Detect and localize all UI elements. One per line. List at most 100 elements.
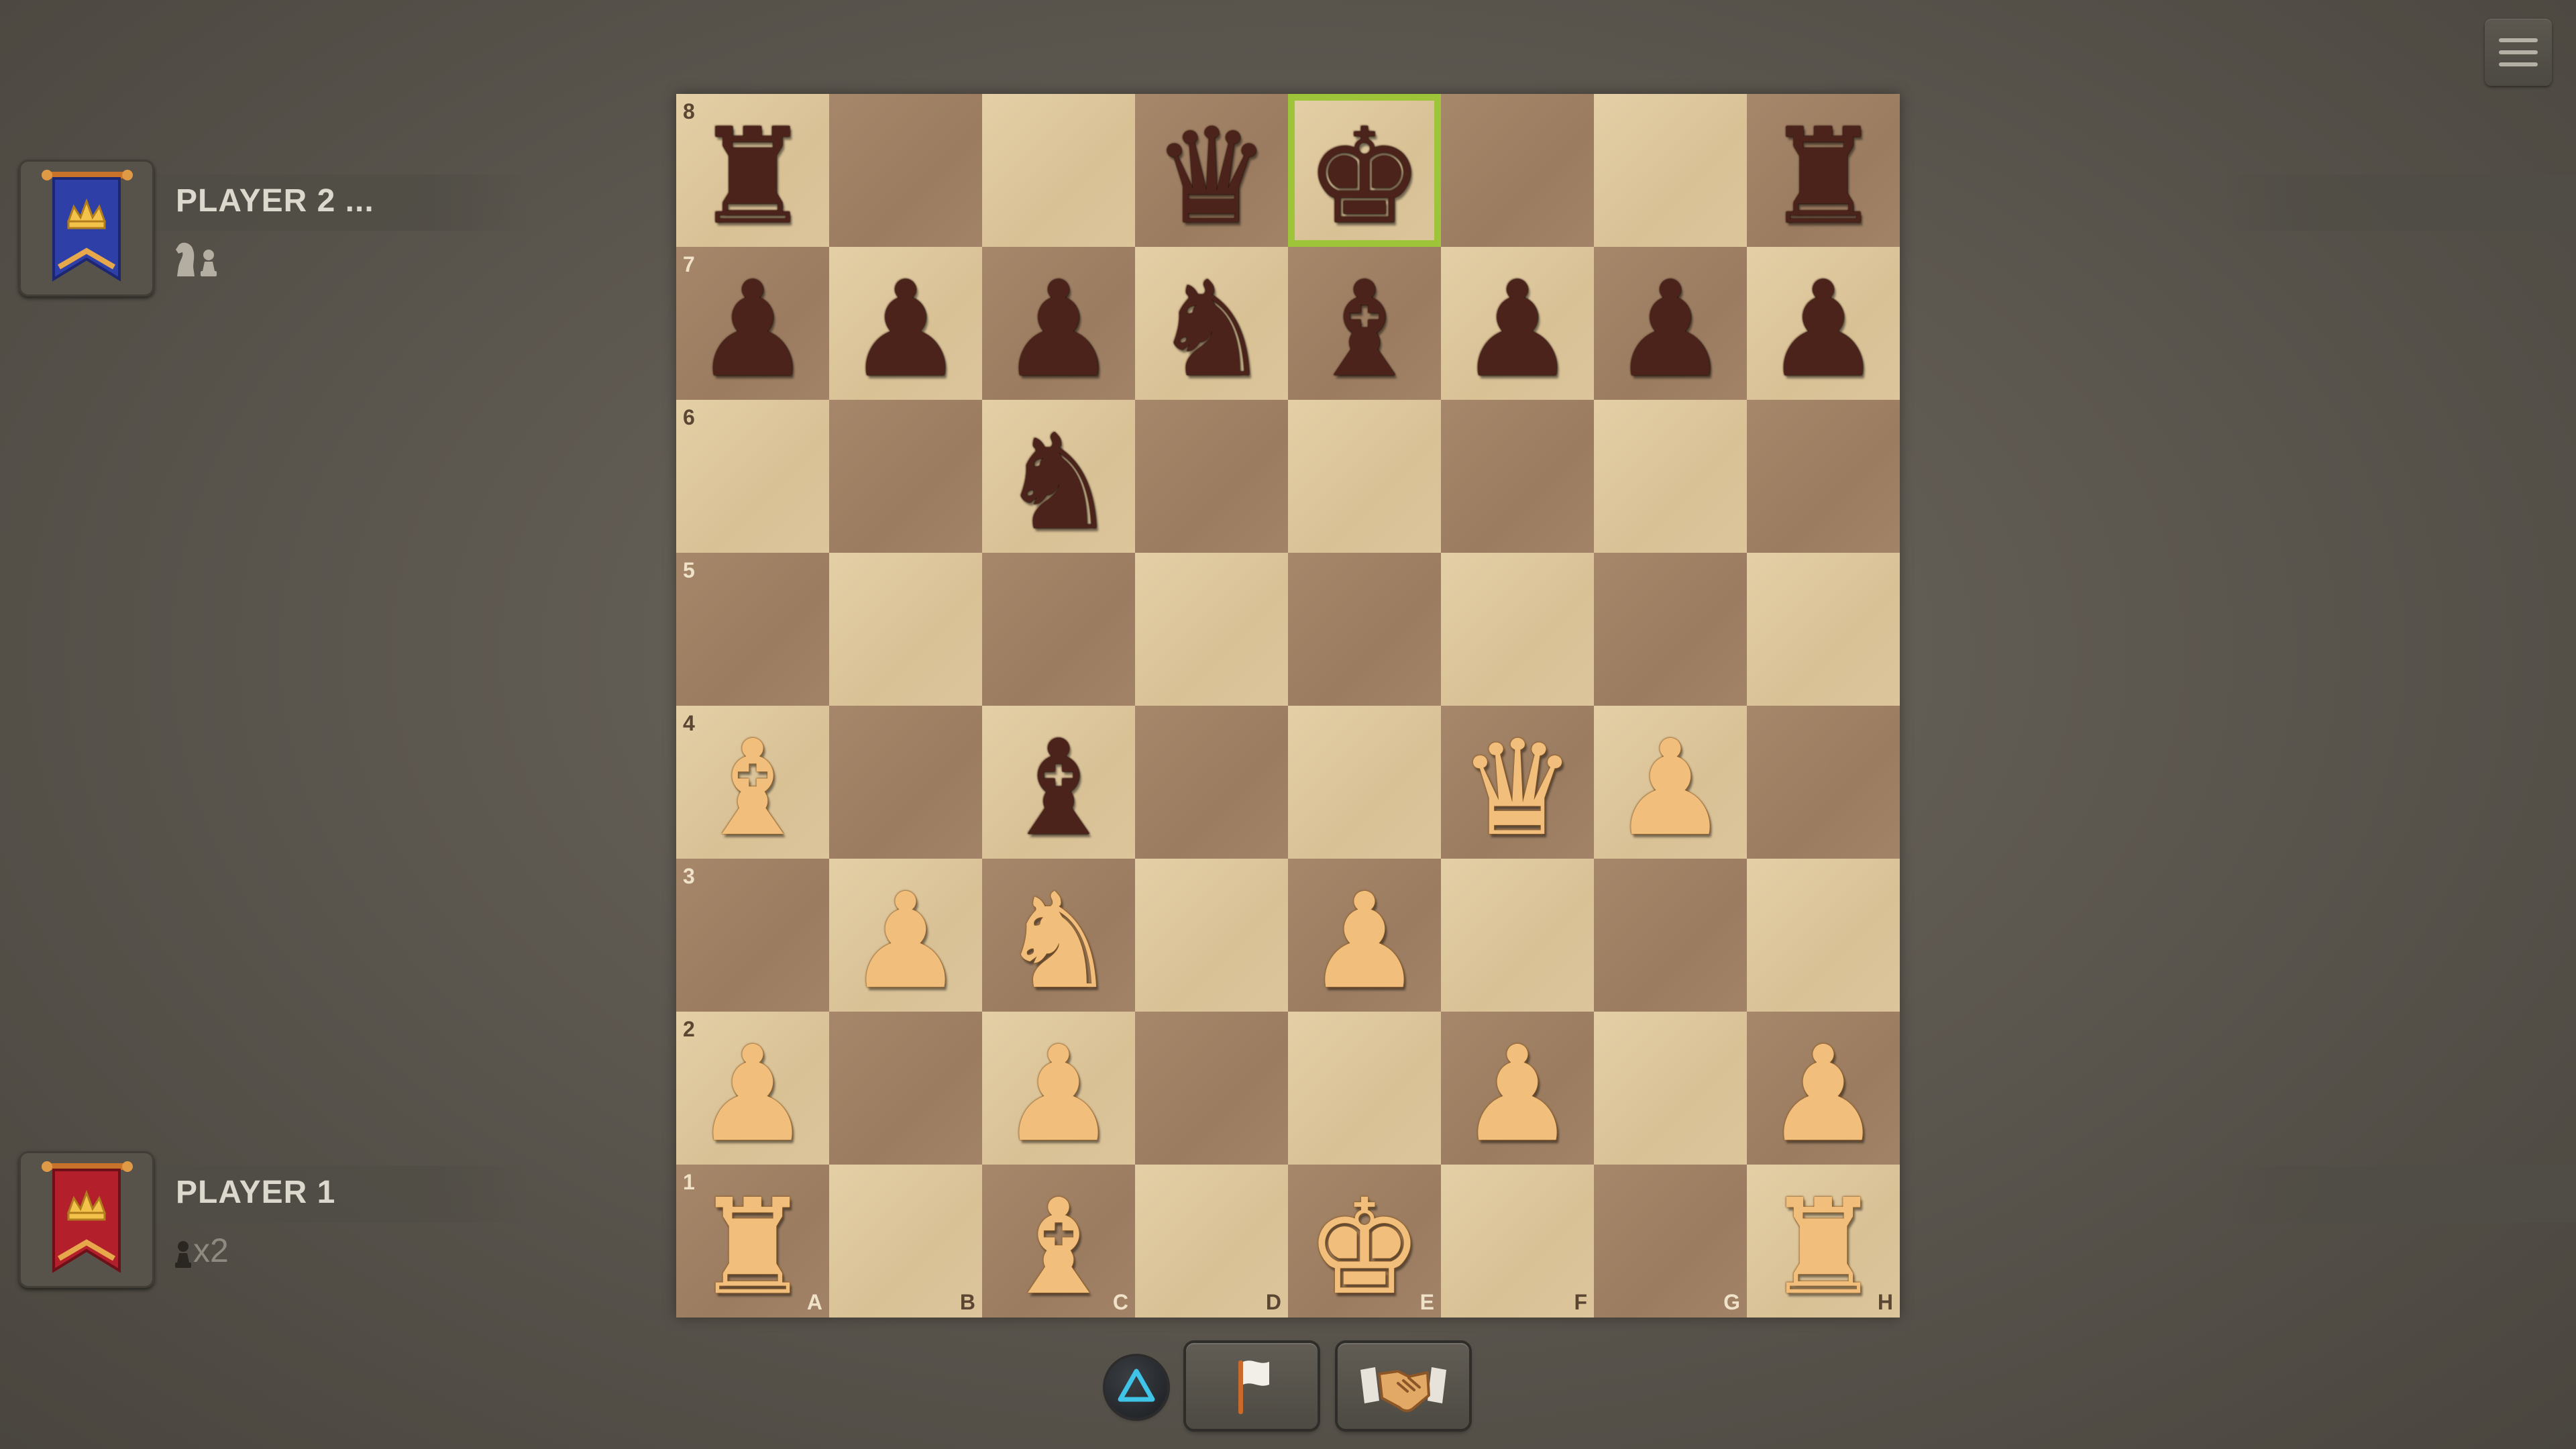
square-c6[interactable]: ♞ — [982, 400, 1135, 553]
square-a3[interactable]: 3 — [676, 859, 829, 1012]
square-e2[interactable] — [1288, 1012, 1441, 1165]
square-g3[interactable] — [1594, 859, 1747, 1012]
resign-button[interactable] — [1186, 1343, 1318, 1429]
square-b3[interactable]: ♟ — [829, 859, 982, 1012]
square-f5[interactable] — [1441, 553, 1594, 706]
square-a6[interactable]: 6 — [676, 400, 829, 553]
player-2-avatar[interactable] — [19, 160, 154, 297]
square-g8[interactable] — [1594, 94, 1747, 247]
square-d2[interactable] — [1135, 1012, 1288, 1165]
square-h5[interactable] — [1747, 553, 1900, 706]
square-d1[interactable]: D — [1135, 1165, 1288, 1318]
square-c2[interactable]: ♟ — [982, 1012, 1135, 1165]
square-b4[interactable] — [829, 706, 982, 859]
white-bishop-icon[interactable]: ♝ — [676, 706, 829, 859]
white-pawn-icon[interactable]: ♟ — [1747, 1012, 1900, 1165]
square-e4[interactable] — [1288, 706, 1441, 859]
square-g5[interactable] — [1594, 553, 1747, 706]
square-f1[interactable]: F — [1441, 1165, 1594, 1318]
square-d4[interactable] — [1135, 706, 1288, 859]
square-c4[interactable]: ♝ — [982, 706, 1135, 859]
white-pawn-icon[interactable]: ♟ — [829, 859, 982, 1012]
square-c8[interactable] — [982, 94, 1135, 247]
square-h8[interactable]: ♜ — [1747, 94, 1900, 247]
white-rook-icon[interactable]: ♜ — [676, 1165, 829, 1318]
white-queen-icon[interactable]: ♛ — [1441, 706, 1594, 859]
white-pawn-icon[interactable]: ♟ — [676, 1012, 829, 1165]
black-bishop-icon[interactable]: ♝ — [982, 706, 1135, 859]
square-e8[interactable]: ♚ — [1288, 94, 1441, 247]
square-c1[interactable]: C ♝ — [982, 1165, 1135, 1318]
offer-draw-button[interactable] — [1338, 1343, 1469, 1429]
square-g1[interactable]: G — [1594, 1165, 1747, 1318]
square-b7[interactable]: ♟ — [829, 247, 982, 400]
square-e1[interactable]: E ♚ — [1288, 1165, 1441, 1318]
black-pawn-icon[interactable]: ♟ — [829, 247, 982, 400]
square-b5[interactable] — [829, 553, 982, 706]
hamburger-menu-icon — [2499, 38, 2538, 42]
square-g6[interactable] — [1594, 400, 1747, 553]
square-a7[interactable]: 7 ♟ — [676, 247, 829, 400]
square-d5[interactable] — [1135, 553, 1288, 706]
square-e5[interactable] — [1288, 553, 1441, 706]
square-h7[interactable]: ♟ — [1747, 247, 1900, 400]
chess-board[interactable]: 8 ♜ ♛ ♚ ♜ 7 ♟ ♟ ♟ ♞ ♝ ♟ ♟ ♟ 6 ♞ 5 4 ♝ ♝ ♛ ♟ 3 ♟ ♞ ♟ 2 ♟ ♟ ♟ ♟ 1 A ♜ B C ♝ D E ♚… — [676, 94, 1900, 1318]
white-pawn-icon[interactable]: ♟ — [1288, 859, 1441, 1012]
player-1-avatar[interactable] — [19, 1151, 154, 1288]
black-knight-icon[interactable]: ♞ — [982, 400, 1135, 553]
white-rook-icon[interactable]: ♜ — [1747, 1165, 1900, 1318]
square-h6[interactable] — [1747, 400, 1900, 553]
white-bishop-icon[interactable]: ♝ — [982, 1165, 1135, 1318]
square-f6[interactable] — [1441, 400, 1594, 553]
square-d7[interactable]: ♞ — [1135, 247, 1288, 400]
black-pawn-icon[interactable]: ♟ — [982, 247, 1135, 400]
square-g7[interactable]: ♟ — [1594, 247, 1747, 400]
square-a1[interactable]: 1 A ♜ — [676, 1165, 829, 1318]
square-c3[interactable]: ♞ — [982, 859, 1135, 1012]
square-a8[interactable]: 8 ♜ — [676, 94, 829, 247]
square-b1[interactable]: B — [829, 1165, 982, 1318]
black-pawn-icon[interactable]: ♟ — [1441, 247, 1594, 400]
square-d3[interactable] — [1135, 859, 1288, 1012]
square-b6[interactable] — [829, 400, 982, 553]
square-f8[interactable] — [1441, 94, 1594, 247]
black-queen-icon[interactable]: ♛ — [1135, 94, 1288, 247]
white-pawn-icon[interactable]: ♟ — [1594, 706, 1747, 859]
square-f2[interactable]: ♟ — [1441, 1012, 1594, 1165]
black-pawn-icon[interactable]: ♟ — [1747, 247, 1900, 400]
square-f7[interactable]: ♟ — [1441, 247, 1594, 400]
black-bishop-icon[interactable]: ♝ — [1288, 247, 1441, 400]
white-pawn-icon[interactable]: ♟ — [1441, 1012, 1594, 1165]
black-knight-icon[interactable]: ♞ — [1135, 247, 1288, 400]
square-e6[interactable] — [1288, 400, 1441, 553]
square-d8[interactable]: ♛ — [1135, 94, 1288, 247]
square-c7[interactable]: ♟ — [982, 247, 1135, 400]
square-g4[interactable]: ♟ — [1594, 706, 1747, 859]
square-g2[interactable] — [1594, 1012, 1747, 1165]
black-pawn-icon[interactable]: ♟ — [1594, 247, 1747, 400]
square-c5[interactable] — [982, 553, 1135, 706]
square-h4[interactable] — [1747, 706, 1900, 859]
square-h1[interactable]: H ♜ — [1747, 1165, 1900, 1318]
square-a4[interactable]: 4 ♝ — [676, 706, 829, 859]
square-h3[interactable] — [1747, 859, 1900, 1012]
black-rook-icon[interactable]: ♜ — [1747, 94, 1900, 247]
white-knight-icon[interactable]: ♞ — [982, 859, 1135, 1012]
square-a5[interactable]: 5 — [676, 553, 829, 706]
square-d6[interactable] — [1135, 400, 1288, 553]
white-pawn-icon[interactable]: ♟ — [982, 1012, 1135, 1165]
square-b2[interactable] — [829, 1012, 982, 1165]
black-rook-icon[interactable]: ♜ — [676, 94, 829, 247]
square-f4[interactable]: ♛ — [1441, 706, 1594, 859]
square-h2[interactable]: ♟ — [1747, 1012, 1900, 1165]
square-e7[interactable]: ♝ — [1288, 247, 1441, 400]
black-pawn-icon[interactable]: ♟ — [676, 247, 829, 400]
triangle-button[interactable] — [1106, 1356, 1167, 1418]
square-f3[interactable] — [1441, 859, 1594, 1012]
black-king-icon[interactable]: ♚ — [1288, 94, 1441, 247]
square-a2[interactable]: 2 ♟ — [676, 1012, 829, 1165]
menu-button[interactable] — [2485, 19, 2552, 86]
square-e3[interactable]: ♟ — [1288, 859, 1441, 1012]
square-b8[interactable] — [829, 94, 982, 247]
white-king-icon[interactable]: ♚ — [1288, 1165, 1441, 1318]
